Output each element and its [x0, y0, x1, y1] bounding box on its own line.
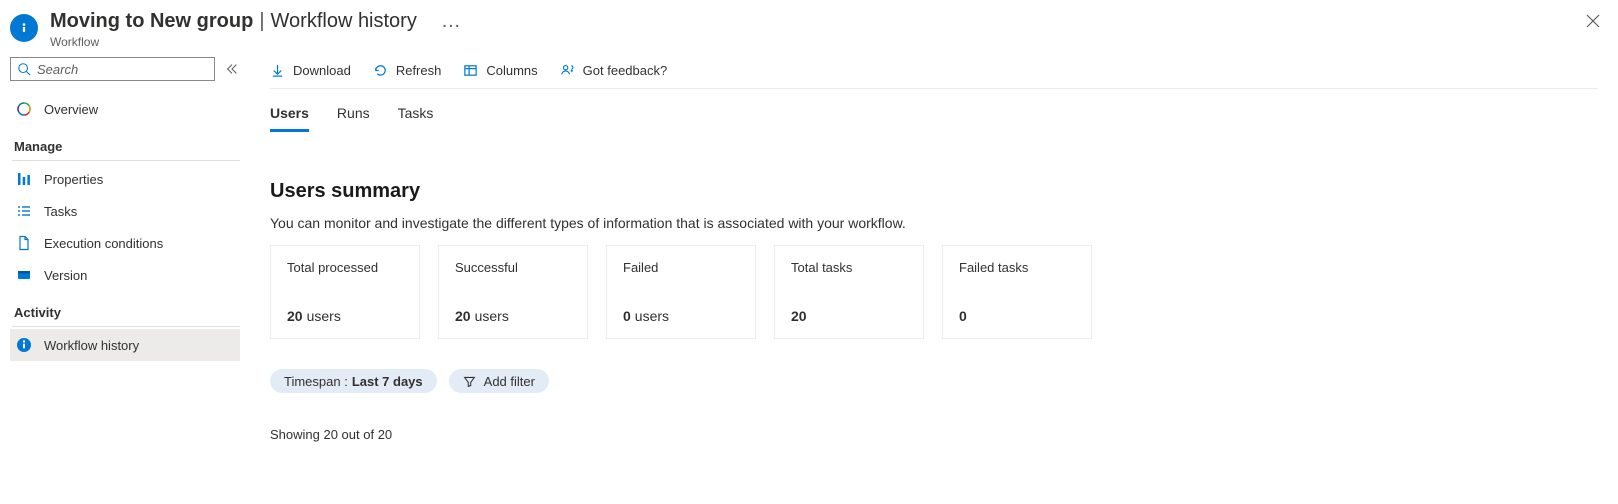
sidebar: Overview Manage Properties Tasks Executi… — [0, 53, 250, 442]
sidebar-item-label: Version — [44, 268, 87, 283]
tab-list: Users Runs Tasks — [270, 99, 1598, 132]
card-unit: users — [475, 308, 509, 324]
filter-bar: Timespan : Last 7 days Add filter — [270, 369, 1598, 393]
header-title-separator: | — [259, 10, 264, 33]
section-description: You can monitor and investigate the diff… — [270, 215, 1598, 231]
version-icon — [16, 267, 32, 283]
card-value: 20 — [791, 308, 807, 324]
search-icon — [17, 62, 31, 76]
section-title: Users summary — [270, 180, 1598, 203]
download-button[interactable]: Download — [270, 63, 351, 78]
card-value: 20 — [287, 308, 303, 324]
search-box[interactable] — [10, 57, 215, 81]
sidebar-item-label: Overview — [44, 102, 98, 117]
filter-label: Add filter — [484, 374, 535, 389]
sidebar-item-label: Tasks — [44, 204, 77, 219]
sidebar-item-properties[interactable]: Properties — [10, 163, 240, 195]
sidebar-item-version[interactable]: Version — [10, 259, 240, 291]
divider — [12, 326, 240, 327]
chevron-double-left-icon — [225, 62, 239, 76]
sidebar-item-label: Workflow history — [44, 338, 139, 353]
overview-icon — [16, 101, 32, 117]
filter-timespan[interactable]: Timespan : Last 7 days — [270, 369, 437, 393]
card-value: 0 — [959, 308, 967, 324]
header-title-prefix: Moving to New group — [50, 10, 253, 33]
header-title-page: Workflow history — [271, 10, 417, 33]
card-total-tasks: Total tasks 20 — [774, 245, 924, 339]
card-unit: users — [635, 308, 669, 324]
card-failed: Failed 0users — [606, 245, 756, 339]
refresh-button[interactable]: Refresh — [373, 63, 442, 78]
toolbar-label: Download — [293, 63, 351, 78]
info-circle-icon — [16, 337, 32, 353]
page-header: Moving to New group | Workflow history …… — [0, 0, 1618, 53]
properties-icon — [16, 171, 32, 187]
card-value: 0 — [623, 308, 631, 324]
toolbar-label: Got feedback? — [583, 63, 668, 78]
sidebar-item-label: Properties — [44, 172, 103, 187]
sidebar-item-workflow-history[interactable]: Workflow history — [10, 329, 240, 361]
divider — [12, 160, 240, 161]
header-subtitle: Workflow — [50, 35, 1602, 49]
command-bar: Download Refresh Columns Got feedback? — [270, 63, 1598, 89]
sidebar-group-activity: Activity — [10, 291, 250, 324]
showing-count: Showing 20 out of 20 — [270, 427, 1598, 442]
download-icon — [270, 63, 285, 78]
overflow-menu-button[interactable]: … — [441, 10, 462, 33]
sidebar-group-manage: Manage — [10, 125, 250, 158]
tab-runs[interactable]: Runs — [337, 99, 370, 132]
document-icon — [16, 235, 32, 251]
tasks-icon — [16, 203, 32, 219]
sidebar-item-overview[interactable]: Overview — [10, 93, 240, 125]
filter-label: Timespan : — [284, 374, 348, 389]
card-label: Total tasks — [791, 260, 907, 275]
filter-icon — [463, 375, 476, 388]
columns-button[interactable]: Columns — [463, 63, 537, 78]
card-value: 20 — [455, 308, 471, 324]
card-label: Failed — [623, 260, 739, 275]
add-filter-button[interactable]: Add filter — [449, 369, 549, 393]
info-icon — [10, 14, 38, 42]
feedback-button[interactable]: Got feedback? — [560, 63, 668, 78]
collapse-sidebar-button[interactable] — [225, 62, 239, 76]
toolbar-label: Columns — [486, 63, 537, 78]
card-label: Total processed — [287, 260, 403, 275]
refresh-icon — [373, 63, 388, 78]
tab-users[interactable]: Users — [270, 99, 309, 132]
card-label: Successful — [455, 260, 571, 275]
close-button[interactable] — [1586, 14, 1600, 31]
card-failed-tasks: Failed tasks 0 — [942, 245, 1092, 339]
card-successful: Successful 20users — [438, 245, 588, 339]
card-unit: users — [307, 308, 341, 324]
summary-cards: Total processed 20users Successful 20use… — [270, 245, 1598, 339]
search-input[interactable] — [37, 62, 208, 77]
filter-value: Last 7 days — [352, 374, 423, 389]
card-total-processed: Total processed 20users — [270, 245, 420, 339]
sidebar-item-tasks[interactable]: Tasks — [10, 195, 240, 227]
feedback-icon — [560, 63, 575, 78]
sidebar-item-execution-conditions[interactable]: Execution conditions — [10, 227, 240, 259]
card-label: Failed tasks — [959, 260, 1075, 275]
columns-icon — [463, 63, 478, 78]
tab-tasks[interactable]: Tasks — [398, 99, 434, 132]
toolbar-label: Refresh — [396, 63, 442, 78]
sidebar-item-label: Execution conditions — [44, 236, 163, 251]
main-content: Download Refresh Columns Got feedback? U… — [250, 53, 1618, 442]
